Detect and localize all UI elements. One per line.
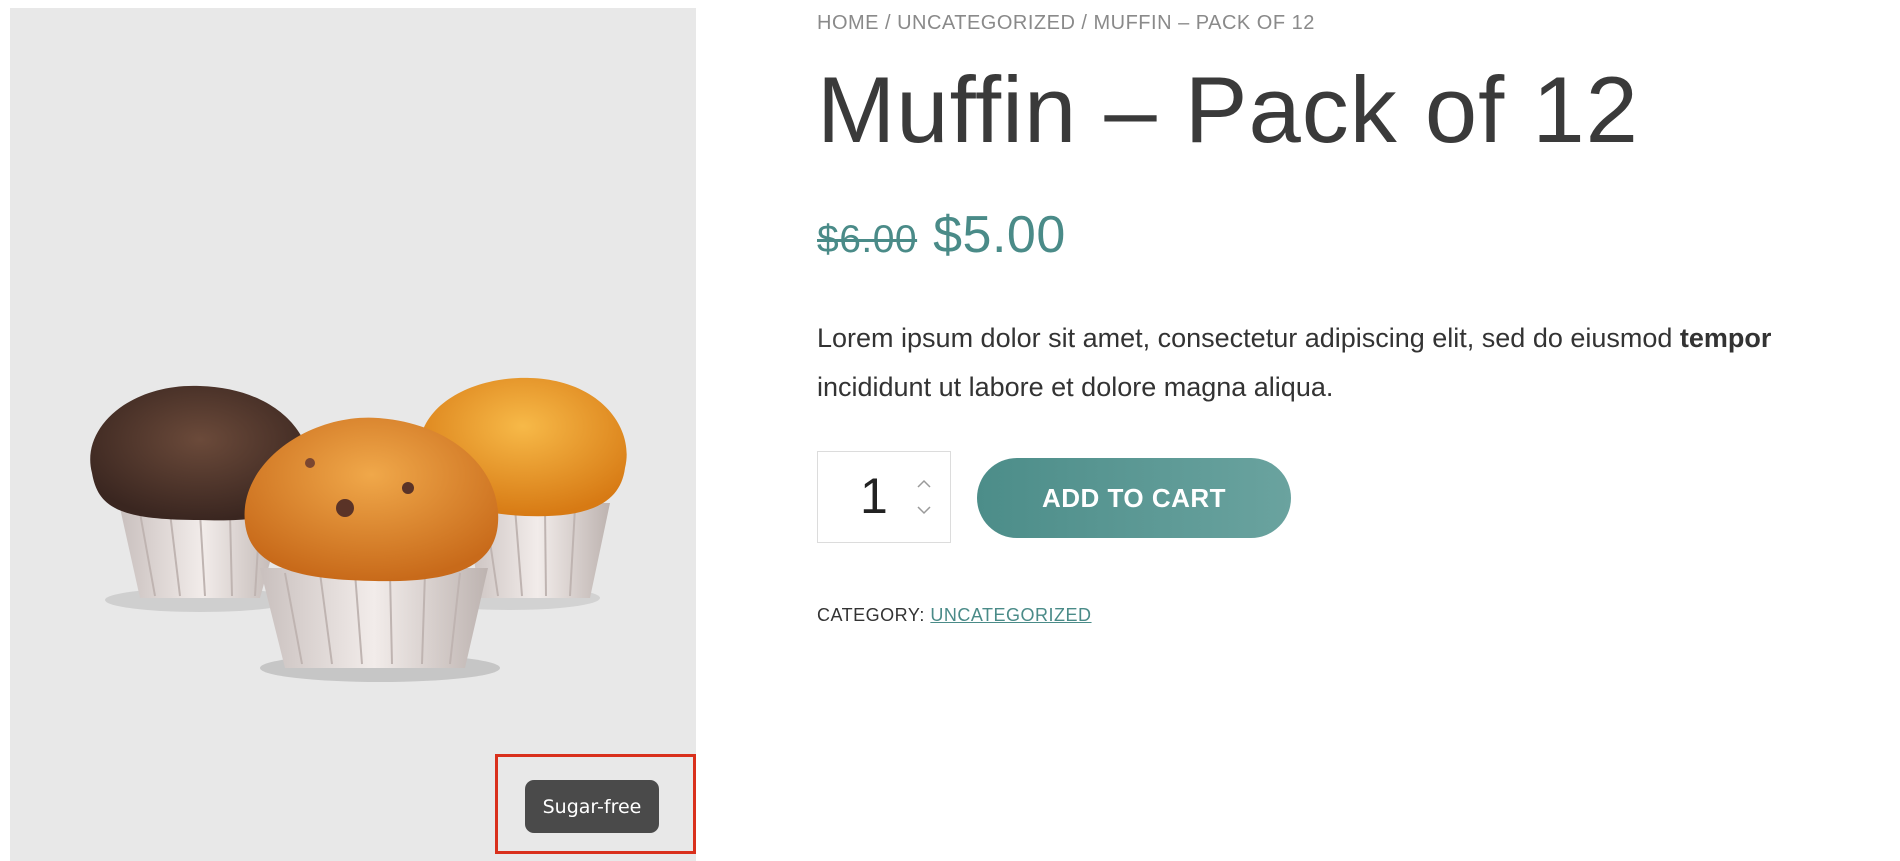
muffins-illustration: [90, 377, 627, 682]
product-image[interactable]: Sugar-free: [10, 8, 696, 861]
sugar-free-badge: Sugar-free: [525, 780, 659, 833]
breadcrumb-separator: /: [1081, 12, 1088, 34]
chevron-down-icon[interactable]: [916, 504, 932, 516]
breadcrumb-separator: /: [885, 12, 892, 34]
breadcrumb-home-link[interactable]: HOME: [817, 12, 879, 34]
product-category: CATEGORY: UNCATEGORIZED: [817, 605, 1092, 626]
category-link[interactable]: UNCATEGORIZED: [930, 605, 1091, 625]
sale-price: $5.00: [933, 206, 1066, 264]
description-line-1: Lorem ipsum dolor sit amet, consectetur …: [817, 314, 1900, 363]
chevron-up-icon[interactable]: [916, 478, 932, 490]
description-text: Lorem ipsum dolor sit amet, consectetur …: [817, 323, 1680, 353]
quantity-value[interactable]: 1: [860, 466, 888, 526]
breadcrumb: HOME / UNCATEGORIZED / MUFFIN – PACK OF 12: [817, 8, 1315, 38]
description-bold-text: tempor: [1679, 323, 1772, 353]
product-description: Lorem ipsum dolor sit amet, consectetur …: [817, 314, 1900, 412]
description-line-2: incididunt ut labore et dolore magna ali…: [817, 372, 1334, 402]
original-price: $6.00: [817, 218, 918, 261]
product-title: Muffin – Pack of 12: [817, 57, 1639, 162]
price-row: $6.00 $5.00: [817, 205, 1066, 265]
add-to-cart-button[interactable]: ADD TO CART: [977, 458, 1291, 538]
quantity-stepper[interactable]: 1: [817, 451, 951, 543]
breadcrumb-category-link[interactable]: UNCATEGORIZED: [897, 12, 1075, 34]
category-label: CATEGORY:: [817, 605, 925, 625]
breadcrumb-current: MUFFIN – PACK OF 12: [1093, 12, 1315, 34]
